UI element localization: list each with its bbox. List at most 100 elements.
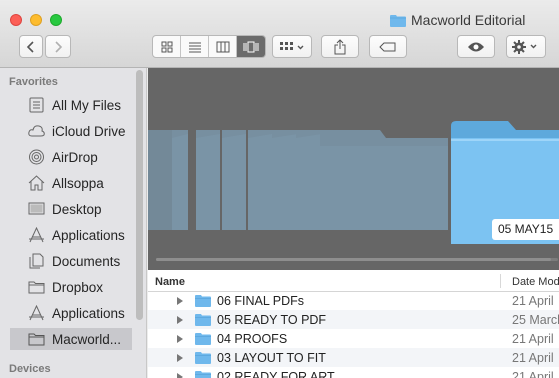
sidebar-item-icloud-drive[interactable]: iCloud Drive (10, 120, 133, 142)
sidebar-item-applications[interactable]: Applications (10, 224, 133, 246)
cover-flow-button[interactable] (237, 36, 265, 57)
window-toolbar: Macworld Editorial (0, 0, 559, 68)
folder-icon (195, 333, 211, 345)
disclosure-triangle-icon[interactable] (177, 353, 183, 362)
cover-folder[interactable] (272, 130, 298, 230)
cloud-icon (28, 125, 45, 137)
window-title: Macworld Editorial (390, 12, 525, 28)
minimize-button[interactable] (30, 14, 42, 26)
sidebar-item-label: Documents (52, 253, 121, 269)
folder-icon (28, 281, 45, 294)
sidebar-item-label: Macworld... (52, 331, 122, 347)
sidebar-item-label: AirDrop (52, 149, 98, 165)
back-button[interactable] (19, 35, 43, 58)
cover-flow-scroll-thumb[interactable] (156, 258, 551, 261)
sidebar-item-dropbox[interactable]: Dropbox (10, 276, 133, 298)
sidebar-item-macworld[interactable]: Macworld... (10, 328, 132, 350)
sidebar-item-label: Desktop (52, 201, 102, 217)
column-header-name[interactable]: Name (155, 276, 185, 288)
row-name: 03 LAYOUT TO FIT (217, 350, 326, 365)
list-row[interactable]: 04 PROOFS 21 April (148, 329, 559, 348)
list-row[interactable]: 03 LAYOUT TO FIT 21 April (148, 348, 559, 367)
action-button[interactable] (506, 35, 546, 58)
disclosure-triangle-icon[interactable] (177, 372, 183, 378)
sidebar-item-documents[interactable]: Documents (10, 250, 133, 272)
row-date: 21 April (512, 293, 554, 308)
sidebar-item-label: Applications (52, 305, 125, 321)
list-header: Name Date Mod (148, 270, 559, 292)
share-button[interactable] (321, 35, 359, 58)
list-view-icon (188, 42, 201, 52)
row-date: 21 April (512, 369, 554, 378)
sidebar-item-airdrop[interactable]: AirDrop (10, 146, 133, 168)
cover-folder[interactable] (172, 130, 188, 230)
sidebar-item-desktop[interactable]: Desktop (10, 198, 133, 220)
list-view-button[interactable] (181, 36, 209, 57)
airdrop-icon (29, 149, 44, 165)
applications-icon (29, 227, 44, 243)
row-name: 06 FINAL PDFs (217, 293, 305, 308)
eye-icon (468, 42, 484, 51)
gear-icon (512, 39, 537, 54)
list-row[interactable]: 02 READY FOR ART 21 April (148, 367, 559, 378)
quick-look-button[interactable] (457, 35, 495, 58)
sidebar-heading-favorites: Favorites (9, 76, 58, 88)
cover-flow-caption: 05 MAY15 (492, 219, 559, 240)
disclosure-triangle-icon[interactable] (177, 315, 183, 324)
sidebar-item-applications-2[interactable]: Applications (10, 302, 133, 324)
row-name: 02 READY FOR ART (217, 369, 335, 378)
icon-view-button[interactable] (153, 36, 181, 57)
sidebar-item-label: All My Files (52, 97, 122, 113)
folder-icon (195, 295, 211, 307)
cover-flow-scrollbar[interactable] (156, 258, 558, 261)
cover-folder[interactable] (320, 130, 448, 230)
cover-folder[interactable] (222, 130, 246, 230)
arrange-button[interactable] (272, 35, 312, 58)
cover-folder[interactable] (248, 130, 272, 230)
column-view-icon (216, 41, 229, 52)
list-row[interactable]: 05 READY TO PDF 25 March (148, 310, 559, 329)
row-name: 05 READY TO PDF (217, 312, 327, 327)
folder-icon (195, 314, 211, 326)
cover-folder[interactable] (296, 130, 322, 230)
forward-button[interactable] (45, 35, 71, 58)
folder-icon (28, 333, 45, 346)
row-name: 04 PROOFS (217, 331, 288, 346)
tag-button[interactable] (369, 35, 407, 58)
folder-icon (390, 14, 406, 27)
applications-icon (29, 305, 44, 321)
sidebar-item-label: Allsoppa (52, 175, 104, 191)
folder-icon (195, 352, 211, 364)
sidebar-item-all-my-files[interactable]: All My Files (10, 94, 133, 116)
row-date: 25 March (512, 312, 559, 327)
chevron-left-icon (26, 40, 34, 53)
zoom-button[interactable] (50, 14, 62, 26)
arrange-grid-icon (280, 41, 304, 50)
cover-folder[interactable] (196, 130, 220, 230)
disclosure-triangle-icon[interactable] (177, 296, 183, 305)
sidebar-scrollbar[interactable] (136, 70, 143, 320)
documents-icon (29, 253, 44, 269)
sidebar-item-label: iCloud Drive (52, 123, 126, 139)
close-button[interactable] (10, 14, 22, 26)
desktop-icon (28, 202, 45, 215)
row-date: 21 April (512, 331, 554, 346)
share-icon (334, 38, 346, 54)
disclosure-triangle-icon[interactable] (177, 334, 183, 343)
row-date: 21 April (512, 350, 554, 365)
column-separator[interactable] (500, 274, 501, 288)
cover-flow-icon (243, 41, 259, 52)
sidebar-item-allsoppa[interactable]: Allsoppa (10, 172, 133, 194)
all-files-icon (29, 97, 44, 113)
icon-view-icon (161, 41, 172, 52)
view-mode-control (152, 35, 266, 58)
list-row[interactable]: 06 FINAL PDFs 21 April (148, 291, 559, 310)
tag-icon (379, 42, 396, 51)
cover-flow-area[interactable]: 05 MAY15 (148, 68, 559, 270)
chevron-right-icon (55, 40, 63, 53)
column-header-date-modified[interactable]: Date Mod (512, 276, 559, 288)
sidebar-heading-devices: Devices (9, 363, 51, 375)
column-view-button[interactable] (209, 36, 237, 57)
window-title-text: Macworld Editorial (411, 12, 526, 28)
sidebar: Favorites All My Files iCloud Drive AirD… (0, 68, 147, 378)
